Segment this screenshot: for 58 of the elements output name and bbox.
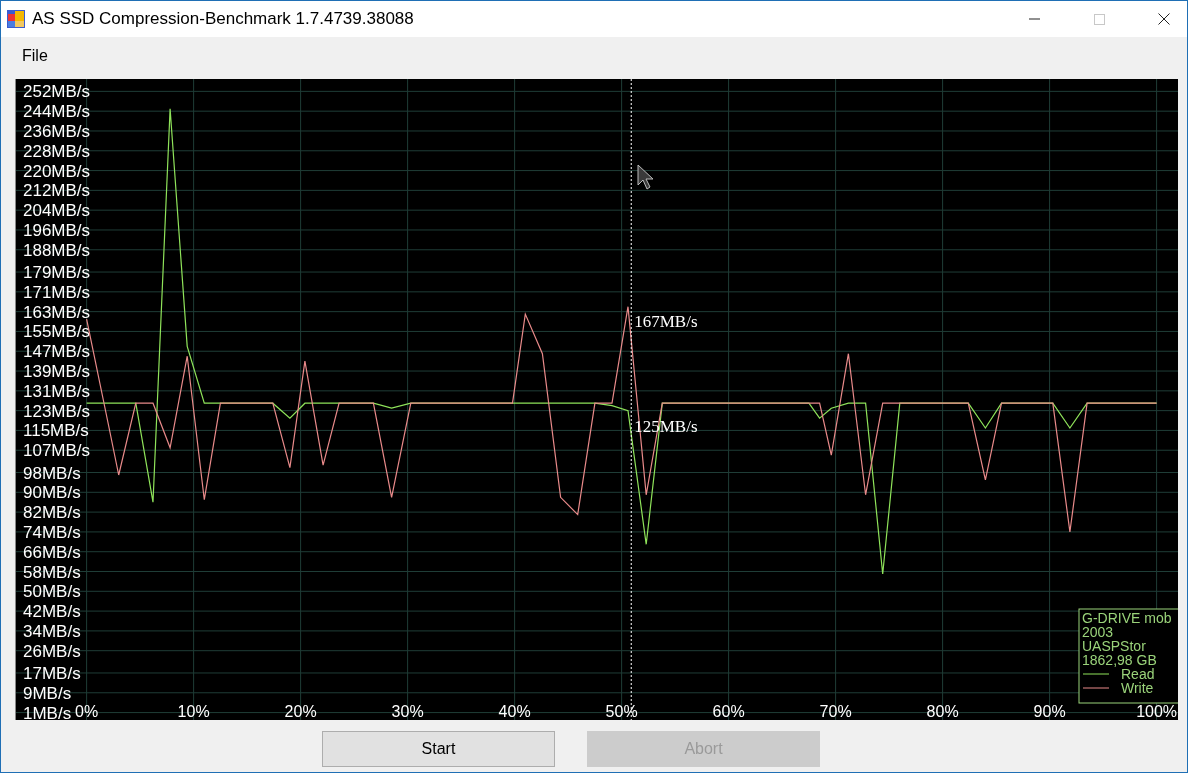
maximize-icon [1093, 13, 1105, 25]
y-axis-label: 171MB/s [23, 282, 91, 302]
y-axis-label: 155MB/s [23, 322, 91, 342]
x-axis-label: 10% [177, 703, 210, 720]
legend-text: Write [1121, 680, 1154, 696]
minimize-icon [1028, 18, 1040, 20]
y-axis-label: 147MB/s [23, 342, 91, 362]
x-axis-label: 20% [284, 703, 317, 720]
x-axis-label: 80% [926, 703, 959, 720]
legend-text: 2003 [1082, 624, 1114, 640]
y-axis-label: 236MB/s [23, 121, 91, 141]
x-axis-label: 30% [391, 703, 424, 720]
y-axis-label: 196MB/s [23, 220, 91, 240]
y-axis-label: 188MB/s [23, 240, 91, 260]
y-axis-label: 82MB/s [23, 503, 81, 523]
y-axis-label: 9MB/s [23, 683, 72, 703]
y-axis-label: 179MB/s [23, 263, 91, 283]
y-axis-label: 66MB/s [23, 542, 81, 562]
mouse-pointer-icon[interactable] [637, 164, 654, 190]
window-title: AS SSD Compression-Benchmark 1.7.4739.38088 [32, 9, 415, 29]
y-axis-label: 74MB/s [23, 522, 81, 542]
y-axis-label: 228MB/s [23, 141, 91, 161]
y-axis-label: 139MB/s [23, 362, 91, 382]
menu-item[interactable]: File [15, 43, 55, 69]
cursor-reading: 167MB/s [634, 312, 698, 331]
y-axis-label: 42MB/s [23, 602, 81, 622]
x-axis-label: 0% [75, 703, 99, 720]
y-axis-label: 252MB/s [23, 82, 91, 102]
legend-text: UASPStor [1082, 638, 1146, 654]
y-axis-label: 17MB/s [23, 664, 81, 683]
x-axis-label: 90% [1033, 703, 1066, 720]
x-axis-label: 40% [498, 703, 531, 720]
y-axis-label: 163MB/s [23, 302, 91, 322]
y-axis-label: 58MB/s [23, 562, 81, 582]
y-axis-label: 90MB/s [23, 483, 81, 503]
close-icon [1158, 13, 1170, 25]
app-icon [7, 10, 25, 28]
y-axis-label: 244MB/s [23, 102, 91, 122]
y-axis-label: 204MB/s [23, 201, 91, 221]
legend-text: Read [1121, 666, 1155, 682]
x-axis-label: 60% [712, 703, 745, 720]
x-axis-label: 100% [1136, 703, 1178, 720]
y-axis-label: 123MB/s [23, 401, 91, 421]
y-axis-label: 115MB/s [23, 421, 89, 441]
y-axis-label: 1MB/s [23, 703, 72, 720]
start-button[interactable]: Start [322, 731, 555, 767]
y-axis-label: 26MB/s [23, 641, 81, 661]
y-axis-label: 107MB/s [23, 441, 91, 461]
y-axis-label: 50MB/s [23, 582, 81, 602]
legend-text: G-DRIVE mob [1082, 610, 1172, 626]
legend-text: 1862,98 GB [1082, 652, 1157, 668]
y-axis-label: 34MB/s [23, 621, 81, 641]
y-axis-label: 98MB/s [23, 463, 81, 483]
x-axis-label: 70% [819, 703, 852, 720]
y-axis-label: 131MB/s [23, 381, 91, 401]
y-axis-label: 212MB/s [23, 181, 91, 201]
y-axis-label: 220MB/s [23, 161, 91, 181]
x-axis-label: 50% [605, 703, 638, 720]
